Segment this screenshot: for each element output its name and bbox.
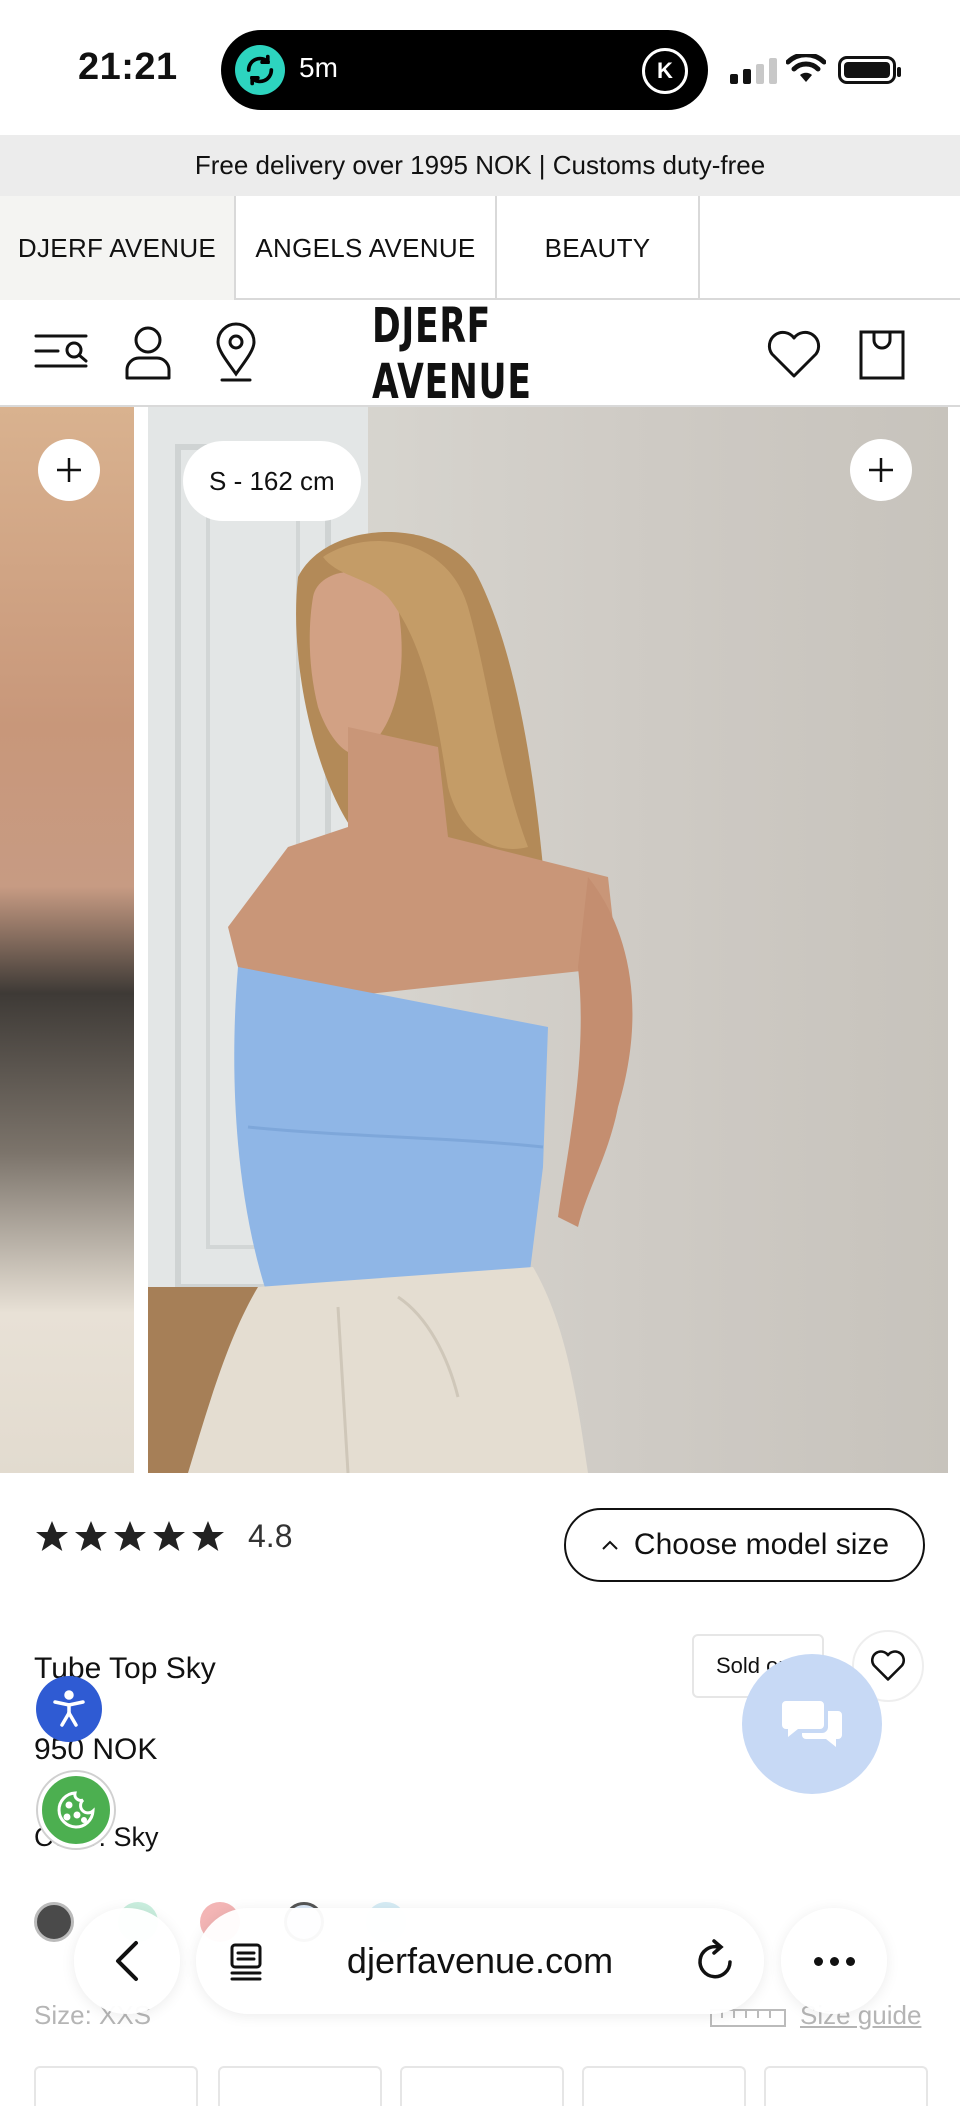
brand-tabs: DJERF AVENUE ANGELS AVENUE BEAUTY: [0, 196, 960, 300]
cookie-settings-button[interactable]: [38, 1772, 114, 1848]
tab-angels-avenue[interactable]: ANGELS AVENUE: [236, 196, 497, 300]
chevron-left-icon: [116, 1941, 138, 1981]
activity-duration: 5m: [299, 52, 338, 83]
heart-icon: [871, 1650, 905, 1681]
cellular-signal-icon: [730, 58, 777, 84]
tab-djerf-avenue[interactable]: DJERF AVENUE: [0, 196, 236, 300]
product-image-main[interactable]: S - 162 cm: [148, 407, 948, 1473]
zoom-plus-icon[interactable]: [38, 439, 100, 501]
djerf-avenue-logo[interactable]: DJERF AVENUE: [372, 298, 588, 410]
size-option[interactable]: [34, 2066, 198, 2106]
site-header: DJERF AVENUE: [0, 298, 960, 410]
more-dot: [829, 1956, 839, 1966]
promo-banner: Free delivery over 1995 NOK | Customs du…: [0, 135, 960, 196]
model-size-label: S - 162 cm: [183, 441, 361, 521]
tab-label: BEAUTY: [544, 232, 651, 263]
reload-icon[interactable]: [694, 1938, 736, 1987]
size-option[interactable]: [582, 2066, 746, 2106]
cookie-icon: [57, 1791, 95, 1829]
promo-text: Free delivery over 1995 NOK | Customs du…: [194, 150, 766, 180]
chevron-up-icon: [602, 1540, 618, 1550]
size-option[interactable]: [400, 2066, 564, 2106]
accessibility-button[interactable]: [36, 1676, 102, 1742]
tab-beauty[interactable]: BEAUTY: [497, 196, 700, 300]
model-photo: [148, 407, 633, 1473]
browser-address-bar[interactable]: djerfavenue.com: [196, 1908, 764, 2014]
chat-icon: [782, 1701, 842, 1747]
account-icon[interactable]: [124, 324, 172, 385]
choose-model-size-button[interactable]: Choose model size: [564, 1508, 925, 1582]
sync-icon: [235, 45, 285, 95]
size-option[interactable]: [218, 2066, 382, 2106]
tab-label: DJERF AVENUE: [17, 232, 217, 263]
store-locator-icon[interactable]: [214, 322, 258, 387]
chat-button[interactable]: [742, 1654, 882, 1794]
color-swatch-charcoal[interactable]: [34, 1902, 74, 1942]
more-dot: [845, 1956, 855, 1966]
size-option[interactable]: [764, 2066, 928, 2106]
browser-back-button[interactable]: [74, 1908, 180, 2014]
menu-search-icon[interactable]: [34, 330, 90, 381]
wishlist-icon[interactable]: [766, 330, 822, 385]
wifi-icon: [785, 52, 827, 89]
rating-stars-icon: [36, 1520, 224, 1551]
tab-label: ANGELS AVENUE: [255, 232, 476, 263]
cart-icon[interactable]: [858, 324, 906, 387]
browser-url: djerfavenue.com: [346, 1940, 614, 1981]
product-rating[interactable]: 4.8: [34, 1518, 292, 1555]
battery-icon: [838, 56, 901, 84]
dynamic-island[interactable]: 5m K: [221, 30, 708, 110]
more-dot: [813, 1956, 823, 1966]
zoom-plus-icon[interactable]: [850, 439, 912, 501]
accessibility-icon: [53, 1690, 85, 1727]
activity-badge-icon: K: [642, 48, 688, 94]
rating-value: 4.8: [248, 1518, 293, 1554]
model-size-text: S - 162 cm: [209, 465, 335, 496]
product-image-previous[interactable]: [0, 407, 134, 1473]
choose-model-size-label: Choose model size: [633, 1528, 890, 1561]
browser-more-button[interactable]: [781, 1908, 887, 2014]
status-bar: 21:21 5m K: [0, 0, 960, 135]
status-time: 21:21: [78, 46, 178, 88]
product-image-gallery[interactable]: S - 162 cm: [0, 407, 960, 1473]
